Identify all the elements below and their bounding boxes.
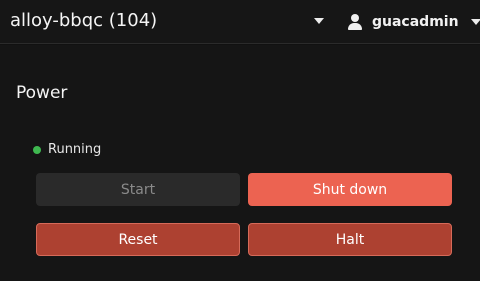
user-name: guacadmin — [372, 14, 459, 30]
user-icon — [348, 14, 362, 30]
chevron-down-icon[interactable] — [314, 18, 324, 24]
section-title: Power — [16, 83, 68, 103]
start-button[interactable]: Start — [36, 173, 240, 206]
chevron-down-icon[interactable] — [470, 19, 480, 25]
shut-down-button[interactable]: Shut down — [248, 173, 452, 206]
reset-button[interactable]: Reset — [36, 223, 240, 256]
user-menu[interactable]: guacadmin — [348, 12, 480, 32]
status-label: Running — [48, 142, 102, 157]
top-bar: alloy-bbqc (104) guacadmin — [0, 0, 480, 44]
halt-button[interactable]: Halt — [248, 223, 452, 256]
power-panel: Power Running Start Shut down Reset Halt — [0, 45, 480, 281]
status-indicator: Running — [33, 142, 101, 157]
vm-title: alloy-bbqc (104) — [10, 10, 158, 31]
status-dot-icon — [33, 145, 41, 154]
